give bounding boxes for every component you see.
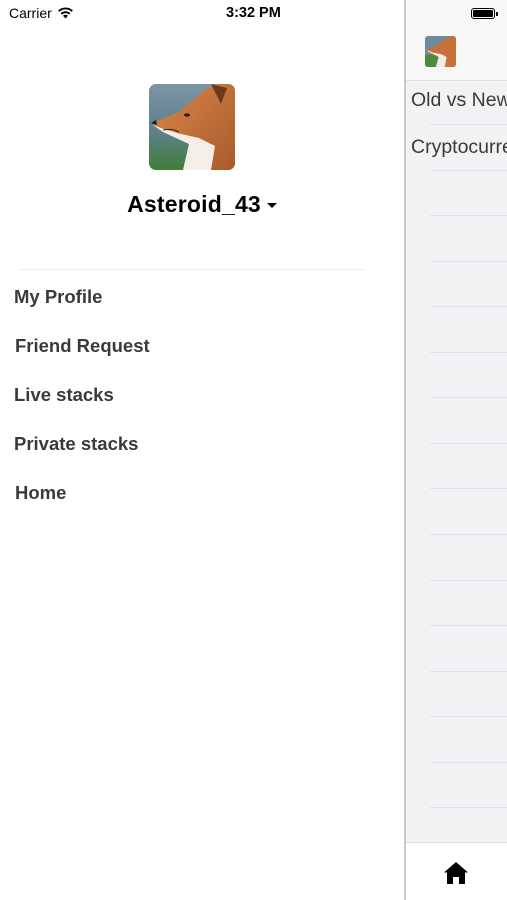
menu-item-friend-request[interactable]: Friend Request <box>0 324 419 368</box>
main-header <box>404 0 507 81</box>
chevron-down-icon <box>266 203 277 208</box>
feed-item-title: Old vs New <box>411 89 507 111</box>
menu-item-private-stacks[interactable]: Private stacks <box>0 422 418 466</box>
row-divider <box>430 215 507 216</box>
row-divider <box>430 762 507 763</box>
feed-item[interactable]: Cryptocurrency <box>411 136 507 159</box>
username: Asteroid_43 <box>127 190 261 217</box>
account-switcher[interactable]: Asteroid_43 <box>0 188 404 220</box>
feed-item-title: Cryptocurrency <box>411 136 507 158</box>
row-divider <box>430 671 507 672</box>
row-divider <box>430 397 507 398</box>
menu-item-live-stacks[interactable]: Live stacks <box>0 373 418 417</box>
row-divider <box>430 170 507 171</box>
row-divider <box>430 807 507 808</box>
row-divider <box>430 580 507 581</box>
row-divider <box>430 306 507 307</box>
menu-item-label: My Profile <box>14 286 103 307</box>
menu-item-label: Live stacks <box>14 384 114 405</box>
row-divider <box>430 352 507 353</box>
row-divider <box>430 534 507 535</box>
profile-avatar[interactable] <box>149 84 235 170</box>
feed-item[interactable]: Old vs New <box>411 89 507 112</box>
divider <box>19 269 365 270</box>
row-divider <box>430 443 507 444</box>
menu-item-label: Home <box>15 482 67 503</box>
home-icon[interactable] <box>442 859 470 887</box>
menu-item-home[interactable]: Home <box>0 471 419 515</box>
row-divider <box>430 488 507 489</box>
tab-bar <box>404 842 507 900</box>
menu-item-my-profile[interactable]: My Profile <box>0 275 418 319</box>
menu-item-label: Friend Request <box>15 335 150 356</box>
main-screen[interactable]: Old vs New Cryptocurrency <box>404 0 507 900</box>
row-divider <box>430 261 507 262</box>
row-divider <box>430 716 507 717</box>
drawer-edge <box>404 0 406 900</box>
row-divider <box>430 124 507 125</box>
row-divider <box>430 625 507 626</box>
side-drawer: Asteroid_43 My Profile Friend Request Li… <box>0 0 404 900</box>
header-avatar[interactable] <box>425 36 456 67</box>
menu-item-label: Private stacks <box>14 433 139 454</box>
